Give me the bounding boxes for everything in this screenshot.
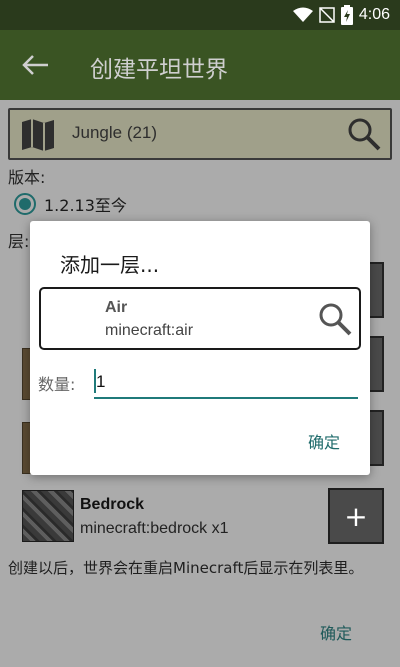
page-title: 创建平坦世界	[90, 57, 228, 83]
block-picker[interactable]: Air minecraft:air	[39, 287, 361, 350]
layer-id: minecraft:bedrock x1	[80, 520, 229, 537]
version-label: 版本:	[8, 168, 46, 187]
text-cursor	[94, 369, 96, 393]
quantity-label: 数量:	[38, 375, 76, 394]
app-bar: 创建平坦世界	[0, 30, 400, 100]
bedrock-block-icon	[22, 490, 74, 542]
dialog-confirm-button[interactable]: 确定	[308, 429, 340, 453]
search-icon[interactable]	[346, 116, 382, 152]
hint-text: 创建以后，世界会在重启Minecraft后显示在列表里。	[8, 559, 364, 577]
block-id: minecraft:air	[105, 322, 194, 339]
battery-charging-icon	[340, 5, 353, 25]
status-time: 4:06	[358, 6, 390, 23]
no-signal-icon	[319, 7, 335, 23]
status-icons: 4:06	[292, 5, 390, 25]
map-icon	[22, 119, 54, 151]
search-icon[interactable]	[317, 301, 353, 337]
layer-name: Bedrock	[80, 496, 145, 513]
version-option[interactable]: 1.2.13至今	[14, 192, 127, 216]
dialog-title: 添加一层...	[60, 253, 160, 277]
biome-selector[interactable]: Jungle (21)	[8, 108, 392, 160]
quantity-input[interactable]	[94, 367, 358, 399]
layer-row-bedrock: Bedrock minecraft:bedrock x1 +	[22, 488, 384, 550]
layers-label: 层:	[8, 232, 30, 251]
back-arrow-icon[interactable]	[20, 52, 50, 78]
confirm-button[interactable]: 确定	[320, 620, 352, 644]
version-option-label: 1.2.13至今	[44, 196, 127, 215]
status-bar: 4:06	[0, 0, 400, 30]
add-layer-button[interactable]: +	[328, 488, 384, 544]
biome-label: Jungle (21)	[72, 123, 158, 142]
wifi-icon	[292, 7, 313, 22]
add-layer-dialog: 添加一层... Air minecraft:air 数量: 确定	[30, 221, 370, 475]
block-name: Air	[105, 299, 128, 316]
version-radio[interactable]	[14, 193, 36, 215]
